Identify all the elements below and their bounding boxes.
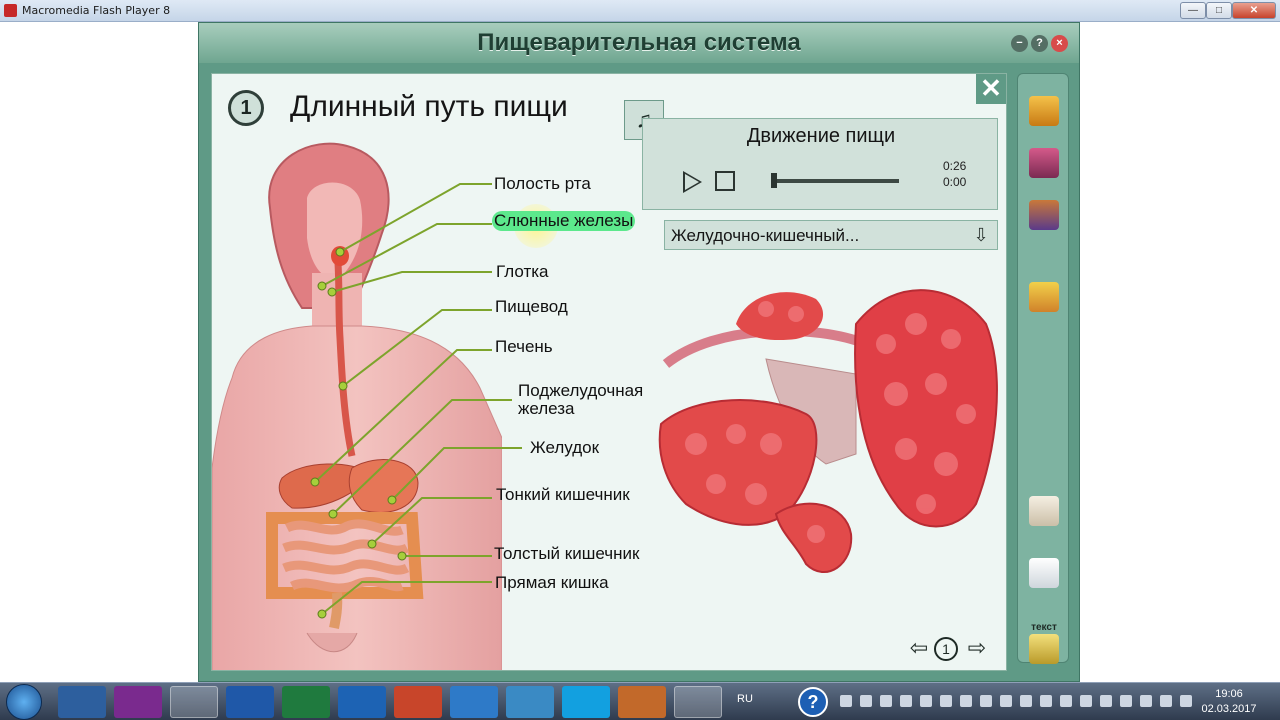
label-salivary-glands[interactable]: Слюнные железы <box>492 211 636 231</box>
label-rectum[interactable]: Прямая кишка <box>495 573 609 593</box>
media-player: Движение пищи 0:26 0:00 <box>642 118 998 210</box>
volume-icon[interactable] <box>1140 695 1152 707</box>
tray-icon-15[interactable] <box>1120 695 1132 707</box>
scientist-icon[interactable] <box>1029 200 1059 230</box>
clock-time[interactable]: 19:06 <box>1204 688 1254 700</box>
app-help-button[interactable]: ? <box>1031 35 1048 52</box>
dropdown-value: Желудочно-кишечный... <box>671 226 860 245</box>
label-pancreas-line1[interactable]: Поджелудочная <box>518 381 643 401</box>
page-navigator: ⇦ 1 ⇨ <box>906 636 996 662</box>
excel-icon[interactable] <box>282 686 330 718</box>
label-oral-cavity[interactable]: Полость рта <box>494 174 591 194</box>
window-title: Macromedia Flash Player 8 <box>22 4 171 17</box>
label-large-intestine[interactable]: Толстый кишечник <box>494 544 639 564</box>
tray-icon-6[interactable] <box>940 695 952 707</box>
tray-icon-14[interactable] <box>1100 695 1112 707</box>
app-title: Пищеварительная система <box>477 29 801 56</box>
next-page-arrow-icon[interactable]: ⇨ <box>964 636 990 662</box>
label-small-intestine[interactable]: Тонкий кишечник <box>496 485 630 505</box>
tray-icon-9[interactable] <box>1000 695 1012 707</box>
stop-button[interactable] <box>715 171 735 191</box>
app-close-button[interactable]: × <box>1051 35 1068 52</box>
tray-icon-3[interactable] <box>880 695 892 707</box>
chrome-icon[interactable] <box>170 686 218 718</box>
star-icon[interactable] <box>1040 695 1052 707</box>
checkmark-icon[interactable] <box>1029 634 1059 664</box>
close-window-button[interactable]: ✕ <box>1232 2 1276 19</box>
prev-page-arrow-icon[interactable]: ⇦ <box>906 636 932 662</box>
time-total: 0:26 <box>943 159 967 173</box>
skype-icon[interactable] <box>562 686 610 718</box>
label-pancreas-line2[interactable]: железа <box>518 399 575 419</box>
lesson-panel: ✕ 1 Длинный путь пищи Полость рта Слюнны… <box>211 73 1007 671</box>
label-stomach[interactable]: Желудок <box>530 438 599 458</box>
tray-icon-7[interactable] <box>960 695 972 707</box>
tools-sidebar: текст <box>1017 73 1069 664</box>
bluetooth-icon[interactable] <box>1160 695 1172 707</box>
minimize-window-button[interactable]: — <box>1180 2 1206 19</box>
label-esophagus[interactable]: Пищевод <box>495 297 568 317</box>
digestive-system-figure <box>212 142 502 670</box>
label-liver[interactable]: Печень <box>495 337 553 357</box>
progress-slider-thumb[interactable] <box>771 173 777 188</box>
language-indicator[interactable]: RU <box>737 693 753 705</box>
app-frame: Пищеварительная система − ? × ✕ 1 Длинны… <box>198 22 1080 682</box>
pencil-icon[interactable] <box>1029 282 1059 312</box>
lesson-title: Длинный путь пищи <box>290 90 568 123</box>
network-icon[interactable] <box>860 695 872 707</box>
tray-icon-12[interactable] <box>1060 695 1072 707</box>
pancreas-illustration <box>658 289 998 574</box>
progress-slider[interactable] <box>773 179 899 183</box>
arrow-down-icon[interactable]: ⇩ <box>969 223 993 247</box>
clock-date[interactable]: 02.03.2017 <box>1198 703 1260 715</box>
library-icon[interactable] <box>1029 96 1059 126</box>
camera-icon[interactable] <box>1029 148 1059 178</box>
lesson-number-badge: 1 <box>228 90 264 126</box>
speaker-app-icon[interactable] <box>58 686 106 718</box>
powerpoint-icon[interactable] <box>394 686 442 718</box>
text-button-label: текст <box>1031 622 1057 633</box>
paint-icon[interactable] <box>618 686 666 718</box>
tray-icon-8[interactable] <box>980 695 992 707</box>
window-titlebar: Macromedia Flash Player 8 — □ ✕ <box>0 0 1280 22</box>
tray-icon-4[interactable] <box>900 695 912 707</box>
app-header: Пищеварительная система − ? × <box>199 23 1079 63</box>
help-icon[interactable]: ? <box>798 687 828 717</box>
flag-icon[interactable] <box>1180 695 1192 707</box>
internet-explorer-icon[interactable] <box>450 686 498 718</box>
word-icon[interactable] <box>226 686 274 718</box>
flash-player-taskbar-icon[interactable] <box>674 686 722 718</box>
time-current: 0:00 <box>943 175 967 189</box>
player-title: Движение пищи <box>746 125 896 147</box>
label-pharynx[interactable]: Глотка <box>496 262 549 282</box>
close-lesson-button[interactable]: ✕ <box>976 74 1006 104</box>
system-select-dropdown[interactable]: Желудочно-кишечный... ⇩ <box>664 220 998 250</box>
flash-player-icon <box>4 4 17 17</box>
tray-icon-13[interactable] <box>1080 695 1092 707</box>
maximize-window-button[interactable]: □ <box>1206 2 1232 19</box>
tray-icon-10[interactable] <box>1020 695 1032 707</box>
start-button[interactable] <box>6 684 42 720</box>
onenote-icon[interactable] <box>114 686 162 718</box>
document-icon[interactable] <box>1029 558 1059 588</box>
play-button[interactable] <box>683 171 702 193</box>
outlook-icon[interactable] <box>338 686 386 718</box>
plus-app-icon[interactable] <box>506 686 554 718</box>
notes-icon[interactable] <box>1029 496 1059 526</box>
current-page-number: 1 <box>934 637 958 661</box>
tray-icon-1[interactable] <box>840 695 852 707</box>
taskbar: RU ? 19:06 02.03.2017 <box>0 682 1280 720</box>
app-minimize-button[interactable]: − <box>1011 35 1028 52</box>
tray-icon-5[interactable] <box>920 695 932 707</box>
